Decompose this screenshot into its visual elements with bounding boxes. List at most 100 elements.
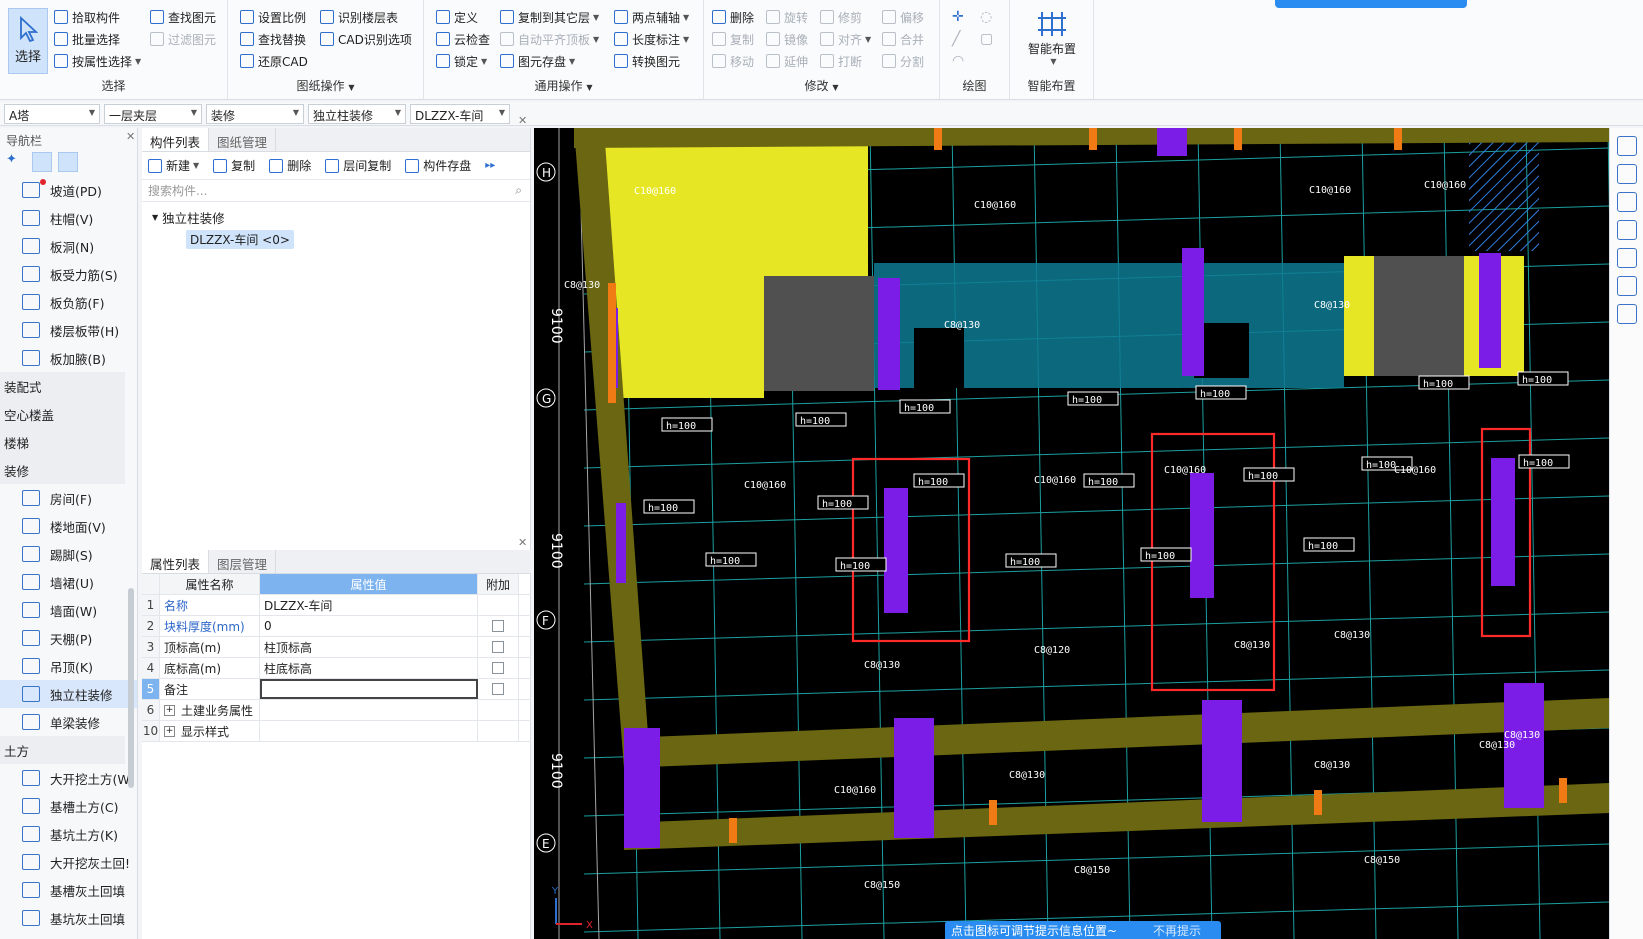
element-store-button[interactable]: 图元存盘 ▼ <box>500 51 575 71</box>
group-title[interactable]: 通用操作 ▼ <box>424 77 703 94</box>
length-mark-button[interactable]: 长度标注 ▼ <box>614 29 689 49</box>
offset-button[interactable]: 偏移 <box>882 7 924 27</box>
expand-icon[interactable]: ▸▸ <box>485 160 495 171</box>
identify-floor-table-button[interactable]: 识别楼层表 <box>320 7 398 27</box>
new-component-button[interactable]: 新建 ▼ <box>148 156 199 176</box>
property-value-field[interactable] <box>260 721 478 741</box>
component-select[interactable]: DLZZX-车间 ▼ <box>410 104 510 124</box>
nav-item[interactable]: 板负筋(F) <box>0 288 137 316</box>
snap-button[interactable]: ◌ <box>980 7 992 27</box>
tab-layer-manage[interactable]: 图层管理 <box>209 550 277 573</box>
nav-category-stairs[interactable]: 楼梯 <box>0 428 125 456</box>
nav-item[interactable]: 坡道(PD) <box>0 176 137 204</box>
group-title[interactable]: 图纸操作 ▼ <box>228 77 423 94</box>
extra-checkbox[interactable] <box>492 662 504 674</box>
tab-property-list[interactable]: 属性列表 <box>142 550 210 573</box>
hint-toast[interactable]: 点击图标可调节提示信息位置~ 不再提示 <box>945 921 1221 939</box>
group-title[interactable]: 修改 ▼ <box>704 77 939 94</box>
component-search-input[interactable]: 搜索构件... ⌕ <box>142 180 530 202</box>
nav-item[interactable]: 天棚(P) <box>0 624 137 652</box>
nav-category-earth[interactable]: 土方 <box>0 736 125 764</box>
close-icon[interactable]: ✕ <box>518 114 527 127</box>
line-draw-button[interactable]: ╱ <box>952 29 960 49</box>
define-button[interactable]: 定义 <box>436 7 478 27</box>
find-replace-button[interactable]: 查找替换 <box>240 29 306 49</box>
cad-drawing[interactable]: h=100 h=100 h=100 h=100 h=100 h=100 h=100 h=100… <box>534 128 1609 939</box>
align-button[interactable]: 对齐 ▼ <box>820 29 871 49</box>
copy-component-button[interactable]: 复制 <box>213 156 255 176</box>
close-icon[interactable]: ✕ <box>518 536 527 549</box>
nav-category-decor[interactable]: 装修 <box>0 456 125 484</box>
select-by-attr-button[interactable]: 按属性选择 ▼ <box>54 51 141 71</box>
two-point-axis-button[interactable]: 两点辅轴 ▼ <box>614 7 689 27</box>
break-button[interactable]: 打断 <box>820 51 862 71</box>
component-type-select[interactable]: 独立柱装修 ▼ <box>308 104 406 124</box>
property-row[interactable]: 2 块料厚度(mm) 0 <box>142 616 531 637</box>
pick-component-button[interactable]: 拾取构件 <box>54 7 120 27</box>
cloud-check-button[interactable]: 云检查 <box>436 29 490 49</box>
delete-component-button[interactable]: 删除 <box>269 156 311 176</box>
nav-item[interactable]: 基槽灰土回填 <box>0 876 137 904</box>
auto-align-top-button[interactable]: 自动平齐顶板 ▼ <box>500 29 599 49</box>
tree-root[interactable]: ▼ 独立柱装修 <box>142 206 530 228</box>
3d-orbit-icon[interactable] <box>1617 136 1637 156</box>
fit-screen-icon[interactable] <box>1617 248 1637 268</box>
nav-item[interactable]: 基槽土方(C) <box>0 792 137 820</box>
nav-category-hollow[interactable]: 空心楼盖 <box>0 400 125 428</box>
nav-scrollbar[interactable] <box>128 588 134 788</box>
point-draw-button[interactable]: ✛ <box>952 7 964 27</box>
nav-item[interactable]: 吊顶(K) <box>0 652 137 680</box>
tower-select[interactable]: A塔 ▼ <box>4 104 100 124</box>
extra-checkbox[interactable] <box>492 620 504 632</box>
nav-item[interactable]: 板洞(N) <box>0 232 137 260</box>
property-value-field[interactable] <box>260 679 478 699</box>
copy-button[interactable]: 复制 <box>712 29 754 49</box>
property-value-field[interactable]: 柱顶标高 <box>260 637 478 657</box>
nav-item[interactable]: 柱帽(V) <box>0 204 137 232</box>
extend-button[interactable]: 延伸 <box>766 51 808 71</box>
convert-element-button[interactable]: 转换图元 <box>614 51 680 71</box>
nav-item[interactable]: 板加腋(B) <box>0 344 137 372</box>
property-value-field[interactable]: DLZZX-车间 <box>260 595 478 615</box>
pin-icon[interactable]: ✦ <box>6 152 26 172</box>
floor-select[interactable]: 一层夹层 ▼ <box>104 104 202 124</box>
lock-button[interactable]: 锁定 ▼ <box>436 51 487 71</box>
restore-cad-button[interactable]: 还原CAD <box>240 51 308 71</box>
component-store-button[interactable]: 构件存盘 <box>405 156 471 176</box>
tree-leaf[interactable]: DLZZX-车间 <0> <box>142 228 530 250</box>
property-row[interactable]: 6 + 土建业务属性 <box>142 700 531 721</box>
merge-button[interactable]: 合并 <box>882 29 924 49</box>
find-element-button[interactable]: 查找图元 <box>150 7 216 27</box>
nav-item[interactable]: 基坑灰土回填 <box>0 904 137 932</box>
property-row[interactable]: 5 备注 <box>142 679 531 700</box>
nav-item[interactable]: 板受力筋(S) <box>0 260 137 288</box>
tab-component-list[interactable]: 构件列表 <box>142 128 210 151</box>
filter-element-button[interactable]: 过滤图元 <box>150 29 216 49</box>
mirror-button[interactable]: 镜像 <box>766 29 808 49</box>
nav-item[interactable]: 墙裙(U) <box>0 568 137 596</box>
nav-item[interactable]: 基坑土方(K) <box>0 820 137 848</box>
close-icon[interactable]: ✕ <box>126 130 135 143</box>
property-value-field[interactable] <box>260 700 478 720</box>
floor-copy-button[interactable]: 层间复制 <box>325 156 391 176</box>
copy-to-other-floor-button[interactable]: 复制到其它层 ▼ <box>500 7 599 27</box>
nav-item[interactable]: 大开挖土方(W <box>0 764 137 792</box>
property-row[interactable]: 3 顶标高(m) 柱顶标高 <box>142 637 531 658</box>
arc-draw-button[interactable]: ◠ <box>952 51 964 71</box>
property-row[interactable]: 4 底标高(m) 柱底标高 <box>142 658 531 679</box>
split-button[interactable]: 分割 <box>882 51 924 71</box>
extra-checkbox[interactable] <box>492 683 504 695</box>
nav-category-prefab[interactable]: 装配式 <box>0 372 125 400</box>
tab-drawing-manage[interactable]: 图纸管理 <box>209 128 277 151</box>
tree-view-icon[interactable] <box>58 152 78 172</box>
cad-canvas[interactable]: h=100 h=100 h=100 h=100 h=100 h=100 h=100 h=100… <box>534 128 1609 939</box>
rect-draw-button[interactable]: ▢ <box>980 29 993 49</box>
expand-icon[interactable]: + <box>164 725 175 737</box>
list-view-icon[interactable] <box>32 152 52 172</box>
cube-view-icon[interactable] <box>1617 192 1637 212</box>
select-button[interactable]: 选择 <box>8 8 48 74</box>
nav-item[interactable]: 踢脚(S) <box>0 540 137 568</box>
nav-item[interactable]: 楼地面(V) <box>0 512 137 540</box>
delete-button[interactable]: 删除 <box>712 7 754 27</box>
batch-select-button[interactable]: 批量选择 <box>54 29 120 49</box>
